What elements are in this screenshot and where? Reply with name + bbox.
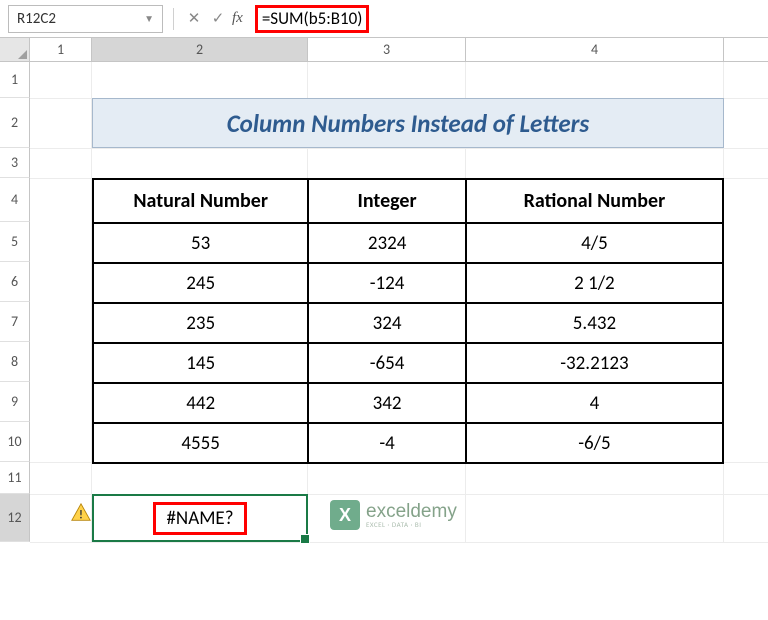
- col-natural-number: Natural Number: [93, 179, 308, 223]
- cell[interactable]: -124: [308, 263, 466, 303]
- cell[interactable]: -32.2123: [466, 343, 723, 383]
- grid: 1 2 3 4 5 6 7 8 9 10 11 12 Column Number…: [0, 62, 768, 542]
- row-header[interactable]: 9: [0, 382, 30, 422]
- formula-bar: R12C2 ▼ ✕ ✓ fx =SUM(b5:B10): [0, 0, 768, 38]
- table-row: 145 -654 -32.2123: [93, 343, 723, 383]
- row-header[interactable]: 5: [0, 222, 30, 262]
- column-header-row: 1 2 3 4: [0, 38, 768, 62]
- cell[interactable]: 442: [93, 383, 308, 423]
- cell[interactable]: 4555: [93, 423, 308, 463]
- row-header[interactable]: 12: [0, 494, 30, 542]
- table-row: 245 -124 2 1/2: [93, 263, 723, 303]
- row-header[interactable]: 3: [0, 148, 30, 178]
- cancel-icon[interactable]: ✕: [184, 9, 204, 29]
- brand-logo-icon: X: [330, 500, 360, 530]
- row-header[interactable]: 4: [0, 178, 30, 222]
- cell[interactable]: 53: [93, 223, 308, 263]
- table-row: 235 324 5.432: [93, 303, 723, 343]
- row-header[interactable]: 6: [0, 262, 30, 302]
- cell[interactable]: 342: [308, 383, 466, 423]
- formula-text: =SUM(b5:B10): [255, 5, 370, 33]
- cell[interactable]: -4: [308, 423, 466, 463]
- cell[interactable]: 2324: [308, 223, 466, 263]
- formula-input[interactable]: =SUM(b5:B10): [251, 5, 760, 33]
- row-header[interactable]: 8: [0, 342, 30, 382]
- chevron-down-icon[interactable]: ▼: [144, 12, 154, 25]
- col-rational-number: Rational Number: [466, 179, 723, 223]
- cell[interactable]: 2 1/2: [466, 263, 723, 303]
- cell[interactable]: 235: [93, 303, 308, 343]
- page-title: Column Numbers Instead of Letters: [92, 98, 724, 148]
- name-box[interactable]: R12C2 ▼: [8, 5, 163, 33]
- col-integer: Integer: [308, 179, 466, 223]
- cell[interactable]: 4/5: [466, 223, 723, 263]
- column-header[interactable]: 1: [30, 38, 92, 61]
- table-row: 4555 -4 -6/5: [93, 423, 723, 463]
- enter-icon[interactable]: ✓: [208, 9, 228, 29]
- cell[interactable]: 4: [466, 383, 723, 423]
- row-header[interactable]: 7: [0, 302, 30, 342]
- fx-icon[interactable]: fx: [232, 10, 243, 27]
- cell[interactable]: -6/5: [466, 423, 723, 463]
- select-all-corner[interactable]: [0, 38, 30, 61]
- cell-reference: R12C2: [17, 10, 56, 28]
- svg-text:!: !: [79, 509, 83, 523]
- sheet-area[interactable]: Column Numbers Instead of Letters Natura…: [30, 62, 768, 542]
- column-header[interactable]: 2: [92, 38, 308, 61]
- cell[interactable]: 245: [93, 263, 308, 303]
- error-warning-icon[interactable]: !: [70, 502, 92, 524]
- row-header[interactable]: 11: [0, 462, 30, 494]
- table-row: 442 342 4: [93, 383, 723, 423]
- row-header-column: 1 2 3 4 5 6 7 8 9 10 11 12: [0, 62, 30, 542]
- cell[interactable]: 145: [93, 343, 308, 383]
- column-header[interactable]: 3: [308, 38, 466, 61]
- cell[interactable]: -654: [308, 343, 466, 383]
- table-row: 53 2324 4/5: [93, 223, 723, 263]
- column-header[interactable]: 4: [466, 38, 724, 61]
- row-header[interactable]: 2: [0, 98, 30, 148]
- row-header[interactable]: 10: [0, 422, 30, 462]
- data-table: Natural Number Integer Rational Number 5…: [92, 178, 724, 464]
- row-header[interactable]: 1: [0, 62, 30, 98]
- table-header-row: Natural Number Integer Rational Number: [93, 179, 723, 223]
- watermark: X exceldemy EXCEL · DATA · BI: [330, 500, 457, 530]
- cell[interactable]: 324: [308, 303, 466, 343]
- separator: [173, 8, 174, 30]
- brand-name: exceldemy: [366, 502, 457, 521]
- active-cell[interactable]: #NAME?: [92, 494, 308, 542]
- brand-tagline: EXCEL · DATA · BI: [366, 521, 457, 528]
- cell[interactable]: 5.432: [466, 303, 723, 343]
- error-value: #NAME?: [153, 502, 246, 535]
